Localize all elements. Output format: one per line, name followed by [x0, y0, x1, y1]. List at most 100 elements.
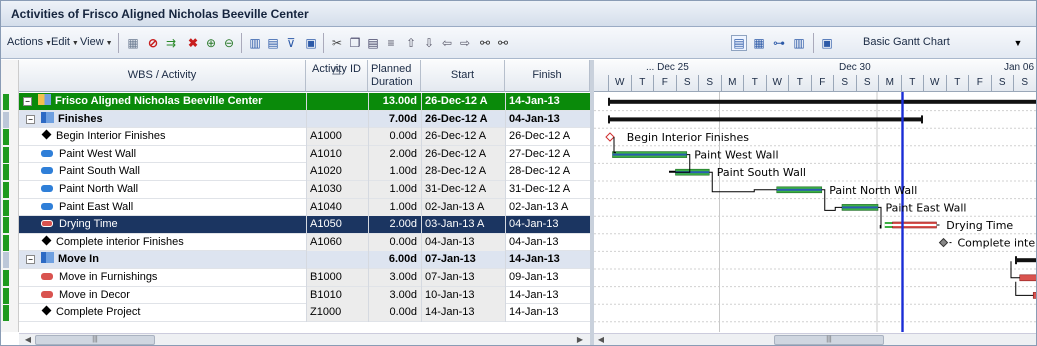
activity-id-cell[interactable]: A1020 [306, 163, 368, 181]
start-cell[interactable]: 07-Jan-13 [421, 269, 505, 286]
activity-row[interactable]: Paint East Wall A1040 1.00d 02-Jan-13 A 02-J… [19, 198, 590, 217]
column-header-finish[interactable]: Finish [505, 60, 590, 92]
layout-icon[interactable]: ▣ [303, 35, 319, 51]
activity-name-cell[interactable]: Complete Project [19, 304, 305, 321]
table-view-icon[interactable]: ▦ [751, 35, 767, 51]
activity-name-cell[interactable]: Paint South Wall [19, 163, 305, 180]
edit-menu[interactable]: Edit ▼ [51, 36, 79, 48]
finish-cell[interactable]: 26-Dec-12 A [505, 128, 590, 145]
activity-row[interactable]: Paint West Wall A1010 2.00d 26-Dec-12 A 27-D… [19, 145, 590, 164]
finish-cell[interactable]: 04-Jan-13 [505, 234, 590, 251]
activity-id-cell[interactable]: A1000 [306, 128, 368, 146]
duration-cell[interactable]: 13.00d [368, 93, 421, 110]
move-right-icon[interactable]: ⇨ [457, 35, 473, 51]
duration-cell[interactable]: 3.00d [368, 269, 421, 286]
activity-id-cell[interactable]: A1030 [306, 181, 368, 198]
activity-row[interactable]: Move in Furnishings B1000 3.00d 07-Jan-13 09… [19, 269, 590, 287]
activity-id-cell[interactable]: Z1000 [306, 304, 368, 322]
finish-cell[interactable]: 14-Jan-13 [505, 304, 590, 321]
activity-row[interactable]: Complete Project Z1000 0.00d 14-Jan-13 14-Ja… [19, 304, 590, 323]
save-icon[interactable]: ▦ [125, 35, 141, 51]
activity-row[interactable]: Drying Time A1050 2.00d 03-Jan-13 A 04-Jan-1… [19, 216, 590, 235]
activity-id-cell[interactable]: B1010 [306, 286, 368, 304]
duration-cell[interactable]: 0.00d [368, 304, 421, 322]
scroll-thumb[interactable]: ||| [774, 335, 884, 345]
finish-cell[interactable]: 14-Jan-13 [505, 287, 590, 304]
move-left-icon[interactable]: ⇦ [439, 35, 455, 51]
duration-cell[interactable]: 3.00d [368, 286, 421, 304]
layout-dropdown-icon[interactable]: ▼ [1011, 35, 1025, 51]
group-icon[interactable]: ▤ [265, 35, 281, 51]
duration-cell[interactable]: 2.00d [368, 216, 421, 233]
collapse-icon[interactable]: − [23, 97, 32, 106]
paste-icon[interactable]: ▤ [365, 35, 381, 51]
gantt-horizontal-scrollbar[interactable]: ◀ ||| [594, 333, 1036, 345]
column-header-id[interactable]: Activity ID △ [306, 60, 368, 92]
find-icon[interactable]: ⚯ [477, 35, 493, 51]
activity-id-cell[interactable] [306, 251, 368, 268]
column-header-start[interactable]: Start [421, 60, 505, 92]
zoom-in-icon[interactable]: ⊕ [203, 35, 219, 51]
view-menu[interactable]: View ▼ [80, 36, 113, 48]
duration-cell[interactable]: 0.00d [368, 233, 421, 251]
duration-cell[interactable]: 7.00d [368, 111, 421, 128]
start-cell[interactable]: 02-Jan-13 A [421, 198, 505, 216]
network-view-icon[interactable]: ⊶ [771, 35, 787, 51]
move-down-icon[interactable]: ⇩ [421, 35, 437, 51]
duration-cell[interactable]: 1.00d [368, 181, 421, 198]
finish-cell[interactable]: 04-Jan-13 [505, 216, 590, 233]
actions-menu[interactable]: Actions ▼ [7, 36, 52, 48]
column-header-duration[interactable]: Planned Duration [368, 60, 421, 92]
layout-selector[interactable]: Basic Gantt Chart [863, 36, 950, 48]
start-cell[interactable]: 26-Dec-12 A [421, 128, 505, 146]
move-up-icon[interactable]: ⇧ [403, 35, 419, 51]
wbs-row[interactable]: − Frisco Aligned Nicholas Beeville Center… [19, 93, 590, 111]
cut-icon[interactable]: ✂ [329, 35, 345, 51]
activity-name-cell[interactable]: Paint East Wall [19, 199, 305, 216]
replace-icon[interactable]: ⚯ [495, 35, 511, 51]
activity-row[interactable]: Complete interior Finishes A1060 0.00d 04-J… [19, 233, 590, 252]
collapse-icon[interactable]: − [26, 114, 35, 124]
activity-id-cell[interactable]: A1010 [306, 145, 368, 163]
activity-row[interactable]: Paint South Wall A1020 1.00d 28-Dec-12 A 28-… [19, 163, 590, 182]
table-horizontal-scrollbar[interactable]: ◀ ||| ▶ [19, 333, 590, 345]
finish-cell[interactable]: 04-Jan-13 [505, 111, 590, 128]
activity-id-cell[interactable]: A1060 [306, 233, 368, 251]
activity-id-cell[interactable]: A1040 [306, 198, 368, 216]
wbs-row[interactable]: − Finishes 7.00d 26-Dec-12 A 04-Jan-13 [19, 110, 590, 129]
duration-cell[interactable]: 1.00d [368, 198, 421, 216]
finish-cell[interactable]: 31-Dec-12 A [505, 181, 590, 198]
duration-cell[interactable]: 2.00d [368, 145, 421, 163]
scroll-thumb[interactable]: ||| [35, 335, 155, 345]
activity-row[interactable]: Paint North Wall A1030 1.00d 31-Dec-12 A 31-… [19, 181, 590, 199]
start-cell[interactable]: 10-Jan-13 [421, 286, 505, 304]
scroll-left-icon[interactable]: ◀ [23, 335, 33, 344]
start-cell[interactable]: 14-Jan-13 [421, 304, 505, 322]
block-icon[interactable]: ⊘ [145, 35, 161, 51]
delete-icon[interactable]: ✖ [185, 35, 201, 51]
activity-id-cell[interactable]: A1050 [306, 216, 368, 233]
activity-name-cell[interactable]: − Finishes [19, 111, 305, 128]
start-cell[interactable]: 28-Dec-12 A [421, 163, 505, 181]
scroll-left-icon[interactable]: ◀ [596, 335, 606, 344]
duration-cell[interactable]: 6.00d [368, 251, 421, 268]
start-cell[interactable]: 03-Jan-13 A [421, 216, 505, 233]
finish-cell[interactable]: 02-Jan-13 A [505, 199, 590, 216]
wbs-row[interactable]: − Move In 6.00d 07-Jan-13 14-Jan-13 [19, 251, 590, 270]
activity-id-cell[interactable]: B1000 [306, 269, 368, 286]
start-cell[interactable]: 26-Dec-12 A [421, 145, 505, 163]
finish-cell[interactable]: 28-Dec-12 A [505, 163, 590, 180]
start-cell[interactable]: 07-Jan-13 [421, 251, 505, 268]
layout-view-icon[interactable]: ▣ [819, 35, 835, 51]
finish-cell[interactable]: 14-Jan-13 [505, 251, 590, 268]
duration-cell[interactable]: 1.00d [368, 163, 421, 181]
finish-cell[interactable]: 14-Jan-13 [505, 93, 590, 110]
add-icon[interactable]: ⇉ [163, 35, 179, 51]
collapse-icon[interactable]: − [26, 255, 35, 265]
zoom-out-icon[interactable]: ⊖ [221, 35, 237, 51]
activity-name-cell[interactable]: Begin Interior Finishes [19, 128, 305, 145]
activity-name-cell[interactable]: Paint West Wall [19, 146, 305, 163]
activity-name-cell[interactable]: Move in Furnishings [19, 269, 305, 286]
activity-row[interactable]: Begin Interior Finishes A1000 0.00d 26-Dec-… [19, 128, 590, 147]
activity-name-cell[interactable]: Paint North Wall [19, 181, 305, 198]
